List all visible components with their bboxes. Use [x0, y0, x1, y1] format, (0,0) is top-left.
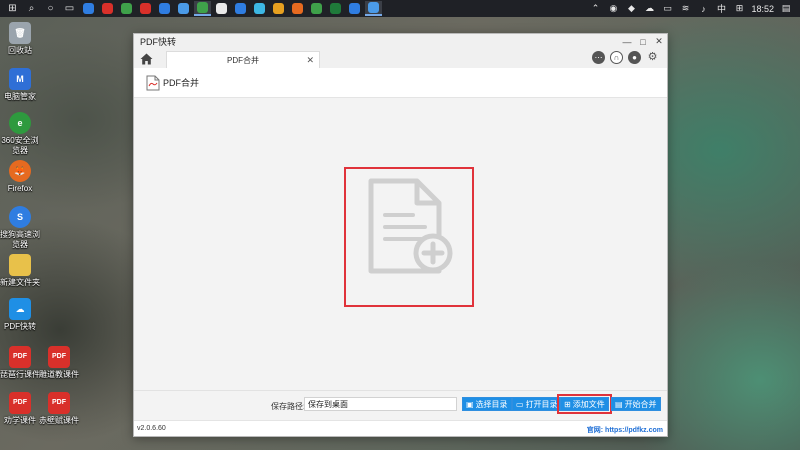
title-bar[interactable]: PDF快转 — □ ✕ [134, 34, 667, 49]
app-icon[interactable] [175, 1, 192, 16]
pdf-file-icon: PDF [9, 346, 31, 368]
app-icon[interactable] [308, 1, 325, 16]
desktop-icon-recycle-bin[interactable]: 🗑 回收站 [0, 22, 42, 56]
tab-label: PDF合并 [227, 55, 259, 65]
file-area [134, 98, 667, 390]
notification-icon[interactable]: ▤ [780, 3, 792, 14]
grid-icon[interactable]: ⊞ [733, 3, 745, 14]
app-icon[interactable] [289, 1, 306, 16]
bottom-bar: 保存路径: ▣ 选择目录 ▭ 打开目录 ⊞ 添加文件 ▤ 开始合并 [134, 390, 667, 420]
user-icon[interactable]: ● [628, 51, 641, 64]
headset-icon[interactable]: ∩ [610, 51, 623, 64]
gear-icon[interactable]: ⚙ [646, 51, 659, 64]
battery-icon[interactable]: ▭ [661, 3, 673, 14]
desktop-icon-pdf-file[interactable]: PDF 赤壁赋课件 [37, 392, 81, 426]
tab-close-icon[interactable]: ✕ [306, 55, 314, 66]
app-icon[interactable] [213, 1, 230, 16]
app-icon[interactable] [80, 1, 97, 16]
save-path-label: 保存路径: [271, 402, 306, 411]
add-file-dropzone[interactable] [344, 167, 474, 307]
system-tray: ⌃ ◉ ◆ ☁ ▭ ≋ ♪ 中 ⊞ 18:52 ▤ [589, 2, 800, 15]
windows-start-icon[interactable]: ⊞ [4, 1, 21, 16]
security-icon[interactable]: ◆ [625, 3, 637, 14]
app-tray-icon[interactable]: ◉ [607, 3, 619, 14]
open-directory-button[interactable]: ▭ 打开目录 [512, 397, 562, 411]
volume-icon[interactable]: ♪ [697, 4, 709, 14]
merge-icon: ▤ [615, 399, 623, 409]
tab-bar: PDF合并 ✕ ⋯ ∩ ● ⚙ [134, 49, 667, 68]
home-button[interactable] [134, 49, 158, 68]
browser-360-icon: e [9, 112, 31, 134]
sogou-browser-icon: S [9, 206, 31, 228]
app-icon[interactable] [137, 1, 154, 16]
search-icon[interactable]: ⌕ [23, 1, 40, 16]
pc-manager-icon: M [9, 68, 31, 90]
home-icon [140, 53, 152, 64]
status-bar: v2.0.6.60 官网: https://pdfkz.com [134, 420, 667, 436]
window-title: PDF快转 [140, 37, 177, 47]
pdf-merge-icon [146, 75, 160, 90]
taskbar-icons: ⊞ ⌕ ○ ▭ [4, 1, 382, 16]
add-file-button[interactable]: ⊞ 添加文件 [557, 394, 612, 414]
taskbar: ⊞ ⌕ ○ ▭ ⌃ ◉ ◆ ☁ ▭ ≋ ♪ 中 ⊞ 18:52 ▤ [0, 0, 800, 17]
app-window: PDF快转 — □ ✕ PDF合并 ✕ ⋯ ∩ ● ⚙ PDF合并 保存路径: … [133, 33, 668, 437]
app-icon[interactable] [194, 1, 211, 16]
add-file-icon: ⊞ [564, 399, 571, 409]
desktop-icon-firefox[interactable]: 🦊 Firefox [0, 160, 42, 194]
clock[interactable]: 18:52 [751, 4, 774, 14]
official-site[interactable]: 官网: https://pdfkz.com [587, 425, 663, 435]
folder-select-icon: ▣ [466, 399, 474, 409]
desktop-icon-sogou-browser[interactable]: S 搜狗高速浏览器 [0, 206, 42, 250]
section-header: PDF合并 [134, 68, 667, 98]
cloud-icon[interactable]: ☁ [643, 3, 655, 14]
minimize-button[interactable]: — [619, 34, 635, 49]
desktop-icon-pdf-file[interactable]: PDF 劝学课件 [0, 392, 42, 426]
firefox-icon: 🦊 [9, 160, 31, 182]
app-icon[interactable] [346, 1, 363, 16]
tab-pdf-merge[interactable]: PDF合并 ✕ [166, 51, 320, 68]
recycle-bin-icon: 🗑 [9, 22, 31, 44]
app-icon[interactable] [118, 1, 135, 16]
desktop-icon-360-browser[interactable]: e 360安全浏览器 [0, 112, 42, 156]
desktop-icon-pdf-file[interactable]: PDF 雕道教课件 [37, 346, 81, 380]
start-merge-button[interactable]: ▤ 开始合并 [611, 397, 661, 411]
window-controls: — □ ✕ [619, 34, 667, 49]
desktop-icon-pc-manager[interactable]: M 电脑管家 [0, 68, 42, 102]
desktop-icon-pdfkz[interactable]: ☁ PDF快转 [0, 298, 42, 332]
pdfkz-app-icon: ☁ [9, 298, 31, 320]
close-button[interactable]: ✕ [651, 34, 667, 49]
folder-icon [9, 254, 31, 276]
wifi-icon[interactable]: ≋ [679, 3, 691, 14]
input-language[interactable]: 中 [715, 2, 727, 15]
choose-directory-button[interactable]: ▣ 选择目录 [462, 397, 512, 411]
maximize-button[interactable]: □ [635, 34, 651, 49]
desktop-icon-pdf-file[interactable]: PDF 琵琶行课件 [0, 346, 42, 380]
pdf-file-icon: PDF [48, 346, 70, 368]
section-title: PDF合并 [163, 78, 200, 88]
header-actions: ⋯ ∩ ● ⚙ [592, 51, 659, 64]
desktop-icon-new-folder[interactable]: 新建文件夹 [0, 254, 42, 288]
cortana-icon[interactable]: ○ [42, 1, 59, 16]
app-icon[interactable] [270, 1, 287, 16]
app-icon[interactable] [365, 1, 382, 16]
app-icon[interactable] [99, 1, 116, 16]
save-path-input[interactable] [304, 397, 457, 411]
task-view-icon[interactable]: ▭ [61, 1, 78, 16]
version-label: v2.0.6.60 [137, 425, 166, 432]
app-icon[interactable] [251, 1, 268, 16]
app-icon[interactable] [232, 1, 249, 16]
add-document-icon [368, 178, 453, 274]
chat-icon[interactable]: ⋯ [592, 51, 605, 64]
pdf-file-icon: PDF [48, 392, 70, 414]
chevron-up-icon[interactable]: ⌃ [589, 3, 601, 14]
site-label: 官网: [586, 427, 604, 434]
folder-open-icon: ▭ [516, 399, 524, 409]
app-icon[interactable] [327, 1, 344, 16]
app-icon[interactable] [156, 1, 173, 16]
site-link[interactable]: https://pdfkz.com [605, 427, 663, 434]
pdf-file-icon: PDF [9, 392, 31, 414]
